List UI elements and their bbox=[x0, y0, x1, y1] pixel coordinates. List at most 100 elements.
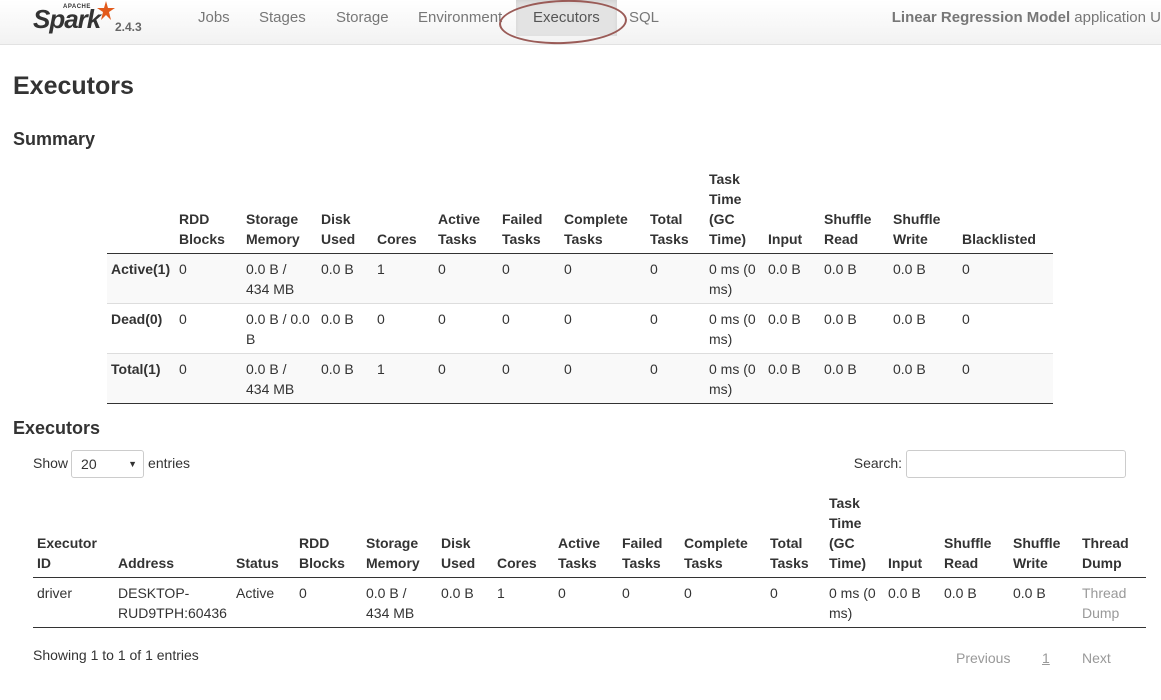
summary-col-header[interactable]: Cores bbox=[373, 169, 434, 254]
top-navbar: Spark APACHE 2.4.3 Jobs Stages Storage E… bbox=[0, 0, 1161, 47]
summary-cell: 0 bbox=[564, 361, 572, 377]
nav-tab-storage[interactable]: Storage bbox=[336, 0, 389, 36]
summary-cell: 0 bbox=[650, 361, 658, 377]
summary-cell: 0 bbox=[650, 261, 658, 277]
application-title: Linear Regression Model application U bbox=[892, 0, 1161, 36]
summary-cell: 0 bbox=[962, 311, 970, 327]
summary-cell: 0 ms (0 ms) bbox=[709, 311, 756, 347]
entries-label: entries bbox=[148, 455, 191, 471]
summary-cell: 0.0 B bbox=[321, 261, 354, 277]
summary-col-header[interactable]: Blacklisted bbox=[958, 169, 1053, 254]
summary-col-header[interactable] bbox=[107, 169, 175, 254]
summary-col-header[interactable]: Failed Tasks bbox=[498, 169, 560, 254]
executors-col-header[interactable]: Shuffle Read bbox=[940, 493, 1009, 578]
executors-col-header[interactable]: Disk Used bbox=[437, 493, 493, 578]
executors-col-header[interactable]: Cores bbox=[493, 493, 554, 578]
summary-cell: 0 bbox=[962, 261, 970, 277]
summary-row-total: Total(1) 0 0.0 B / 434 MB 0.0 B 1 0 0 0 … bbox=[107, 353, 1053, 404]
summary-cell: 0 bbox=[650, 311, 658, 327]
summary-cell: 0 bbox=[438, 261, 446, 277]
nav-tab-environment[interactable]: Environment bbox=[418, 0, 502, 36]
table-row: driver DESKTOP-RUD9TPH:60436 Active 0 0.… bbox=[33, 577, 1146, 628]
executors-col-header[interactable]: Active Tasks bbox=[554, 493, 618, 578]
executors-col-header[interactable]: Storage Memory bbox=[362, 493, 437, 578]
executors-col-header[interactable]: Shuffle Write bbox=[1009, 493, 1078, 578]
summary-col-header[interactable]: Complete Tasks bbox=[560, 169, 646, 254]
summary-cell: 0 bbox=[438, 361, 446, 377]
executors-col-header[interactable]: Task Time (GC Time) bbox=[825, 493, 884, 578]
address-cell: DESKTOP-RUD9TPH:60436 bbox=[114, 577, 232, 628]
summary-cell: 0 bbox=[377, 311, 385, 327]
entries-select-value: 20 bbox=[81, 456, 97, 473]
table-cell: 0.0 B bbox=[884, 577, 940, 628]
executors-col-header[interactable]: RDD Blocks bbox=[295, 493, 362, 578]
table-cell: 1 bbox=[493, 577, 554, 628]
search-input[interactable] bbox=[906, 450, 1126, 479]
summary-cell: 0 ms (0 ms) bbox=[709, 261, 756, 297]
summary-cell: 1 bbox=[377, 261, 385, 277]
summary-col-header[interactable]: Shuffle Read bbox=[820, 169, 889, 254]
pagination-page-1[interactable]: 1 bbox=[1042, 650, 1050, 666]
summary-cell: 1 bbox=[377, 361, 385, 377]
entries-select[interactable]: 20 ▼ bbox=[71, 450, 145, 479]
table-cell: 0 bbox=[618, 577, 680, 628]
summary-cell: Dead(0) bbox=[111, 311, 163, 327]
summary-col-header[interactable]: Task Time (GC Time) bbox=[705, 169, 764, 254]
nav-tab-stages[interactable]: Stages bbox=[259, 0, 306, 36]
executors-col-header[interactable]: Total Tasks bbox=[766, 493, 825, 578]
entries-length-control: Show 20 ▼ entries bbox=[33, 448, 191, 479]
summary-cell: 0.0 B / 0.0 B bbox=[246, 311, 310, 347]
summary-col-header[interactable]: Input bbox=[764, 169, 820, 254]
summary-cell: 0.0 B bbox=[893, 361, 926, 377]
summary-cell: 0.0 B bbox=[824, 261, 857, 277]
nav-tab-executors[interactable]: Executors bbox=[516, 0, 617, 36]
pagination-previous[interactable]: Previous bbox=[956, 650, 1010, 666]
show-label: Show bbox=[33, 455, 69, 471]
summary-cell: 0.0 B bbox=[321, 311, 354, 327]
spark-logo[interactable]: Spark APACHE 2.4.3 bbox=[33, 0, 153, 44]
summary-header-row: RDD Blocks Storage Memory Disk Used Core… bbox=[107, 169, 1053, 254]
summary-cell: 0.0 B bbox=[893, 311, 926, 327]
executors-col-header[interactable]: Address bbox=[114, 493, 232, 578]
summary-cell: 0 bbox=[179, 261, 187, 277]
chevron-down-icon: ▼ bbox=[128, 459, 138, 470]
executors-header-row: Executor ID Address Status RDD Blocks St… bbox=[33, 493, 1146, 578]
executor-id-cell: driver bbox=[33, 577, 114, 628]
table-cell: 0.0 B bbox=[940, 577, 1009, 628]
summary-table: RDD Blocks Storage Memory Disk Used Core… bbox=[107, 169, 1053, 404]
summary-col-header[interactable]: Active Tasks bbox=[434, 169, 498, 254]
executors-col-header[interactable]: Executor ID bbox=[33, 493, 114, 578]
table-cell: 0.0 B bbox=[437, 577, 493, 628]
summary-cell: 0.0 B bbox=[768, 311, 801, 327]
search-label: Search: bbox=[853, 455, 902, 471]
application-name: Linear Regression Model bbox=[891, 9, 1071, 26]
executors-heading: Executors bbox=[13, 418, 101, 438]
search-control: Search: bbox=[853, 448, 1126, 479]
summary-cell: 0.0 B bbox=[893, 261, 926, 277]
executors-col-header[interactable]: Input bbox=[884, 493, 940, 578]
spark-version: 2.4.3 bbox=[115, 20, 142, 34]
summary-cell: 0 bbox=[502, 361, 510, 377]
summary-cell: 0.0 B / 434 MB bbox=[246, 361, 295, 397]
pagination-next[interactable]: Next bbox=[1082, 650, 1111, 666]
table-cell: 0 bbox=[680, 577, 766, 628]
executors-col-header[interactable]: Thread Dump bbox=[1078, 493, 1146, 578]
summary-col-header[interactable]: Storage Memory bbox=[242, 169, 317, 254]
nav-tab-jobs[interactable]: Jobs bbox=[198, 0, 230, 36]
summary-col-header[interactable]: Disk Used bbox=[317, 169, 373, 254]
summary-col-header[interactable]: Shuffle Write bbox=[889, 169, 958, 254]
application-suffix: application U bbox=[1070, 9, 1161, 26]
summary-cell: 0 bbox=[438, 311, 446, 327]
nav-tab-sql[interactable]: SQL bbox=[629, 0, 659, 36]
executors-col-header[interactable]: Status bbox=[232, 493, 295, 578]
summary-col-header[interactable]: Total Tasks bbox=[646, 169, 705, 254]
executors-col-header[interactable]: Failed Tasks bbox=[618, 493, 680, 578]
summary-col-header[interactable]: RDD Blocks bbox=[175, 169, 242, 254]
summary-cell: 0 bbox=[179, 361, 187, 377]
summary-cell: 0 bbox=[962, 361, 970, 377]
executors-col-header[interactable]: Complete Tasks bbox=[680, 493, 766, 578]
summary-cell: 0.0 B bbox=[768, 361, 801, 377]
summary-cell: 0 bbox=[564, 311, 572, 327]
thread-dump-link[interactable]: Thread Dump bbox=[1078, 577, 1146, 628]
apache-label: APACHE bbox=[63, 4, 91, 10]
